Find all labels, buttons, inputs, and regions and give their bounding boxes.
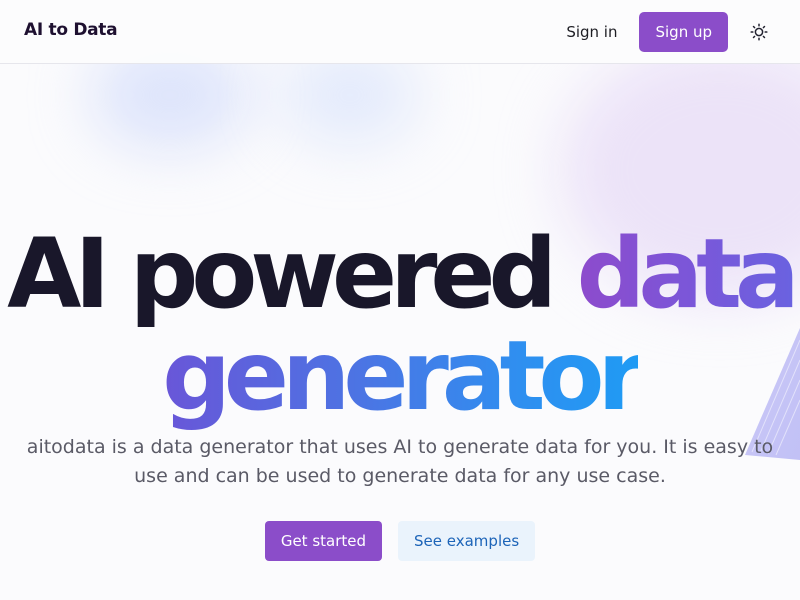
- hero-title-dark-text: AI powered: [7, 218, 557, 330]
- nav-actions: Sign in Sign up: [566, 12, 768, 52]
- hero-title-line-2: generator: [0, 328, 800, 424]
- hero-cta-row: Get started See examples: [0, 521, 800, 561]
- brand-logo-link[interactable]: AI to Data: [24, 20, 118, 40]
- sun-icon: [750, 23, 768, 41]
- hero-title-line-1: AI powered data: [0, 226, 800, 322]
- theme-toggle-button[interactable]: [750, 23, 768, 41]
- top-navbar: AI to Data Sign in Sign up: [0, 0, 800, 64]
- hero-description: aitodata is a data generator that uses A…: [26, 436, 774, 487]
- sign-up-button[interactable]: Sign up: [639, 12, 728, 52]
- hero-title-accent-generator: generator: [162, 320, 645, 432]
- get-started-button[interactable]: Get started: [264, 521, 383, 561]
- sign-in-link[interactable]: Sign in: [566, 23, 617, 41]
- hero-title-accent-data: data: [576, 218, 800, 330]
- landing-page: AI to Data Sign in Sign up AI powered da…: [0, 0, 800, 600]
- see-examples-button[interactable]: See examples: [398, 521, 536, 561]
